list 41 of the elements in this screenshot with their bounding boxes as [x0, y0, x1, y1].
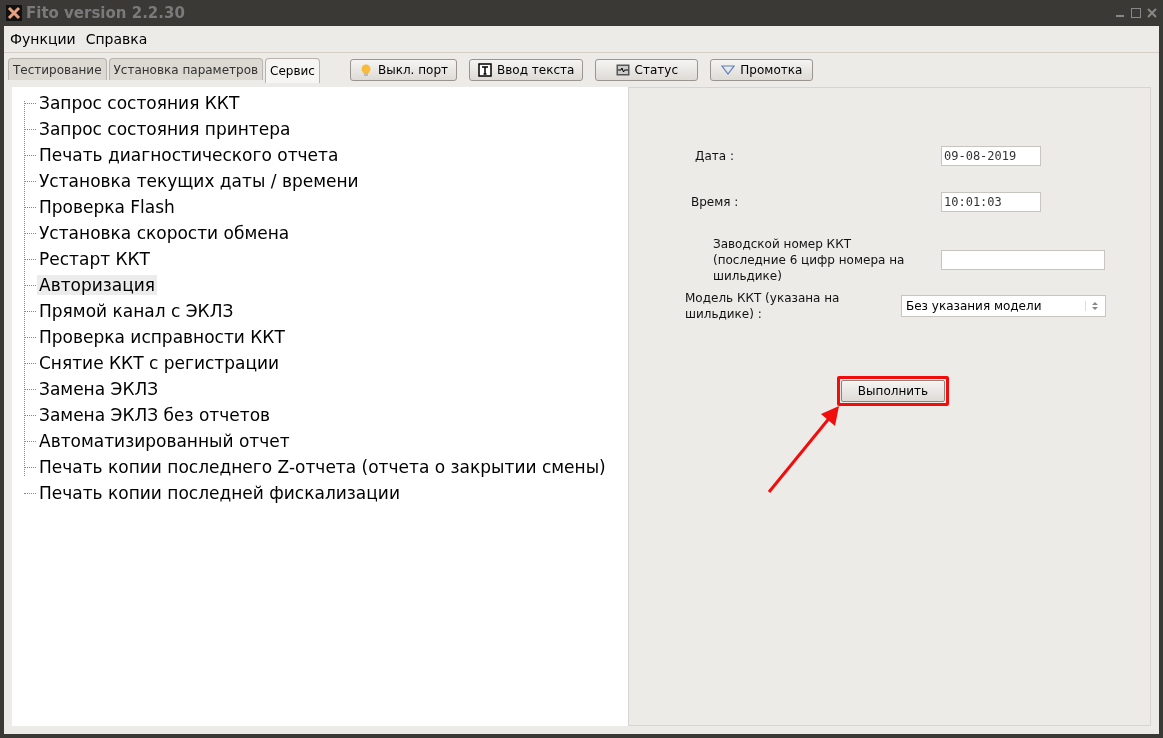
tree-item[interactable]: Установка скорости обмена [37, 223, 292, 243]
tab[interactable]: Установка параметров [108, 58, 264, 80]
menu-item[interactable]: Справка [85, 31, 148, 47]
window-title: Fito version 2.2.30 [26, 4, 186, 22]
tree-item[interactable]: Печать диагностического отчета [37, 145, 341, 165]
tree-item[interactable]: Запрос состояния принтера [37, 119, 293, 139]
field-label: Дата : [694, 149, 735, 163]
tree-item[interactable]: Автоматизированный отчет [37, 431, 292, 451]
close-icon[interactable] [1147, 8, 1157, 18]
tree-item[interactable]: Проверка исправности ККТ [37, 327, 287, 347]
tree-item[interactable]: Замена ЭКЛЗ [37, 379, 161, 399]
monitor-icon [615, 63, 630, 77]
maximize-icon[interactable] [1131, 8, 1141, 18]
tree-item[interactable]: Печать копии последней фискализации [37, 483, 402, 503]
field-label: Время : [690, 195, 740, 209]
tree-item[interactable]: Проверка Flash [37, 197, 177, 217]
input-field[interactable]: 10:01:03 [941, 192, 1041, 212]
field-label: Модель ККТ (указана на шильдике) : [685, 290, 841, 322]
toolbar-button[interactable]: Статус [595, 59, 699, 81]
tree-item[interactable]: Авторизация [37, 275, 158, 295]
tree-item[interactable]: Замена ЭКЛЗ без отчетов [37, 405, 273, 425]
letter-t-icon [478, 63, 492, 77]
tree-item[interactable]: Запрос состояния ККТ [37, 93, 242, 113]
input-field[interactable] [941, 250, 1105, 270]
field-label: Заводской номер ККТ (последние 6 цифр номера на шильдике) [712, 236, 906, 284]
execute-button[interactable]: Выполнить [841, 380, 945, 402]
spinner-arrows-icon [1085, 301, 1099, 311]
menu-item[interactable]: Функции [10, 31, 76, 47]
input-field[interactable]: 09-08-2019 [941, 146, 1041, 166]
toolbar-button[interactable]: Ввод текста [469, 59, 584, 81]
tree-item[interactable]: Установка текущих даты / времени [37, 171, 361, 191]
tree-item[interactable]: Снятие ККТ с регистрации [37, 353, 282, 373]
tree-item[interactable]: Печать копии последнего Z-отчета (отчета о закрытии смены) [37, 457, 608, 477]
tree-item[interactable]: Рестарт ККТ [37, 249, 152, 269]
tree-item[interactable]: Прямой канал с ЭКЛЗ [37, 301, 236, 321]
tab[interactable]: Сервис [265, 58, 320, 83]
tab[interactable]: Тестирование [8, 58, 107, 80]
toolbar-button[interactable]: Выкл. порт [349, 59, 457, 81]
triangle-down-icon [721, 63, 736, 77]
toolbar-button[interactable]: Промотка [710, 59, 814, 81]
model-dropdown[interactable]: Без указания модели [901, 295, 1106, 317]
